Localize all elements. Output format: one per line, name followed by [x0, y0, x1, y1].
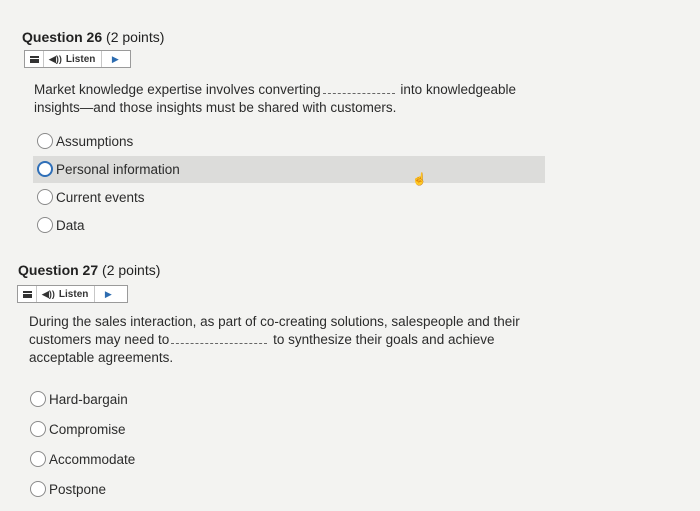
- listen-toolbar-26: ◀)) Listen ▶: [24, 50, 131, 68]
- hand-cursor-icon: ☝: [412, 172, 427, 186]
- question-27-line2-after: to synthesize their goals and achieve: [273, 332, 495, 347]
- answer-blank: [171, 343, 268, 344]
- menu-icon[interactable]: [25, 51, 44, 67]
- speaker-icon: ◀)): [49, 53, 62, 64]
- radio-button[interactable]: [37, 189, 53, 205]
- option-personal-information[interactable]: Personal information: [37, 156, 180, 182]
- option-data[interactable]: Data: [37, 212, 85, 238]
- listen-button[interactable]: ◀)) Listen: [37, 286, 96, 302]
- answer-blank: [322, 93, 395, 94]
- question-26-text-before: Market knowledge expertise involves conv…: [34, 82, 321, 97]
- option-accommodate[interactable]: Accommodate: [30, 446, 135, 472]
- question-26-number: Question 26: [22, 29, 103, 45]
- radio-button[interactable]: [37, 161, 53, 177]
- option-current-events[interactable]: Current events: [37, 184, 145, 210]
- question-26-text-line2: insights—and those insights must be shar…: [34, 100, 397, 115]
- option-compromise[interactable]: Compromise: [30, 416, 126, 442]
- option-postpone[interactable]: Postpone: [30, 476, 106, 502]
- question-26-points: (2 points): [106, 29, 165, 45]
- speaker-icon: ◀)): [42, 288, 55, 299]
- question-26-title: Question 26 (2 points): [22, 29, 164, 45]
- menu-icon[interactable]: [18, 286, 37, 302]
- question-27-line2-before: customers may need to: [29, 332, 170, 347]
- question-26-text-after: into knowledgeable: [400, 82, 517, 97]
- option-label: Personal information: [56, 161, 180, 177]
- radio-button[interactable]: [30, 481, 46, 497]
- listen-label: Listen: [58, 288, 89, 300]
- radio-button[interactable]: [30, 421, 46, 437]
- listen-toolbar-27: ◀)) Listen ▶: [17, 285, 128, 303]
- option-hard-bargain[interactable]: Hard-bargain: [30, 386, 128, 412]
- question-26-text: Market knowledge expertise involves conv…: [34, 81, 516, 117]
- radio-button[interactable]: [37, 133, 53, 149]
- listen-button[interactable]: ◀)) Listen: [44, 51, 103, 67]
- radio-button[interactable]: [37, 217, 53, 233]
- question-27-line1: During the sales interaction, as part of…: [29, 314, 520, 329]
- radio-button[interactable]: [30, 451, 46, 467]
- question-27-number: Question 27: [18, 262, 99, 278]
- question-27-points: (2 points): [102, 262, 161, 278]
- option-label: Accommodate: [49, 451, 136, 467]
- option-label: Compromise: [49, 421, 126, 437]
- question-27-text: During the sales interaction, as part of…: [29, 313, 520, 367]
- option-label: Assumptions: [56, 133, 134, 149]
- radio-button[interactable]: [30, 391, 46, 407]
- option-label: Data: [56, 217, 85, 233]
- option-label: Current events: [56, 189, 145, 205]
- listen-label: Listen: [65, 53, 96, 65]
- play-icon[interactable]: ▶: [102, 54, 128, 65]
- question-27-line3: acceptable agreements.: [29, 350, 174, 365]
- question-27-title: Question 27 (2 points): [18, 262, 160, 278]
- play-icon[interactable]: ▶: [95, 289, 121, 300]
- option-assumptions[interactable]: Assumptions: [37, 128, 133, 154]
- option-label: Hard-bargain: [49, 391, 128, 407]
- option-label: Postpone: [49, 481, 107, 497]
